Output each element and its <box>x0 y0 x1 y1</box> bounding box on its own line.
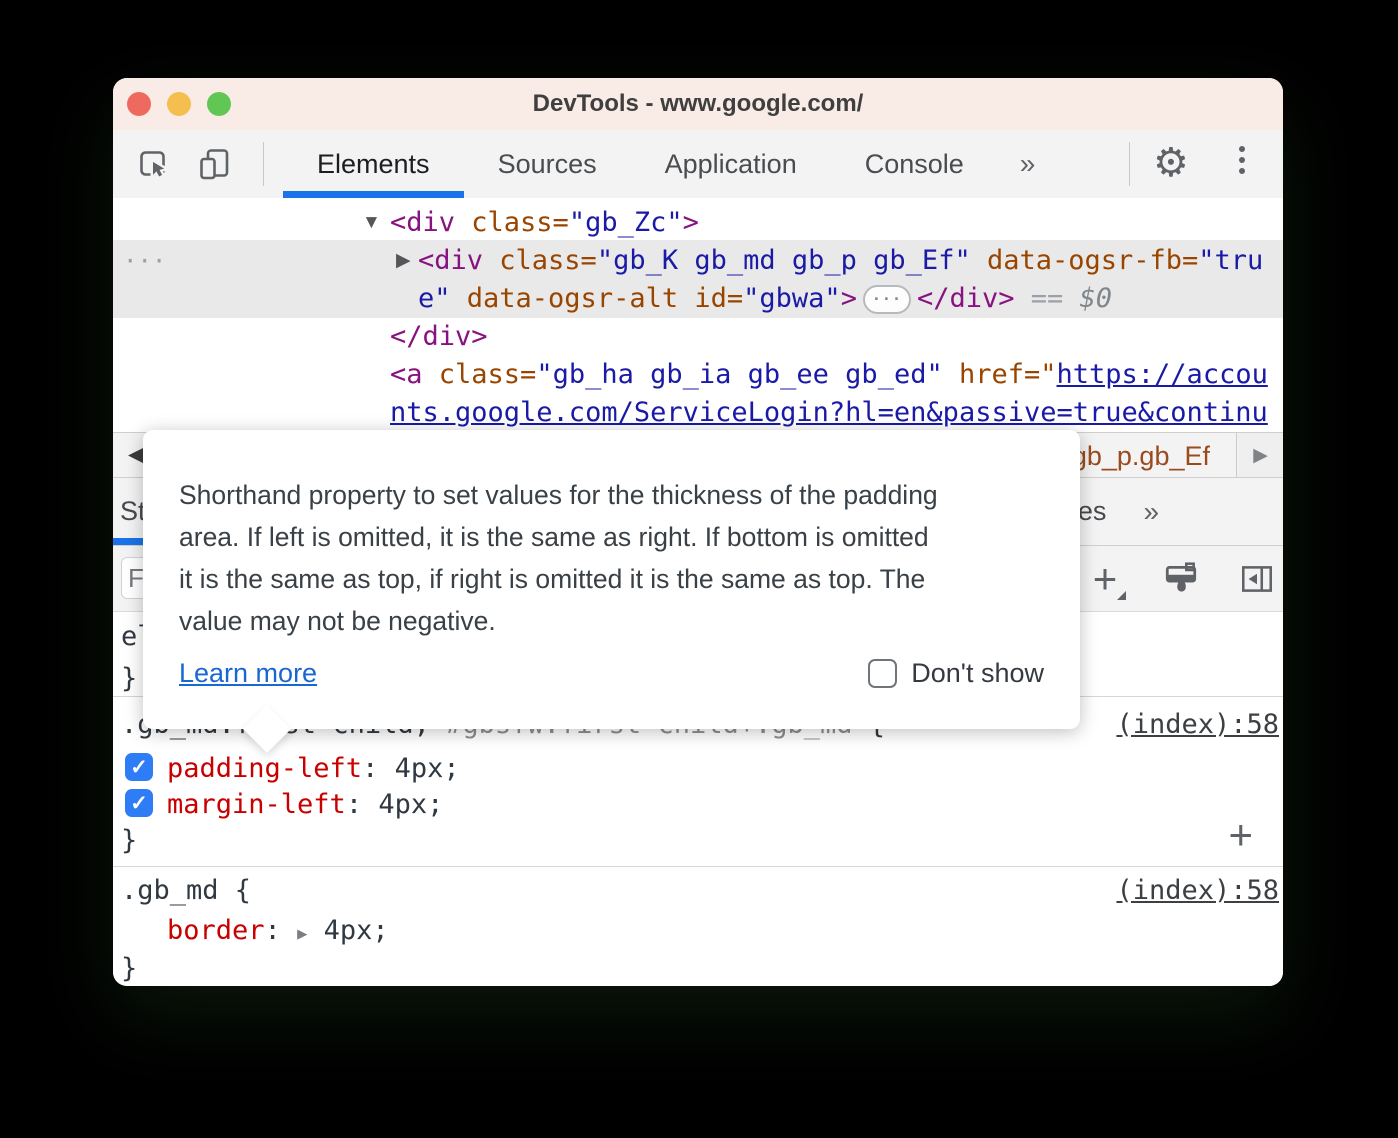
dont-show-label: Don't show <box>911 658 1044 689</box>
customize-menu-icon[interactable] <box>1239 146 1245 174</box>
breadcrumb-divider <box>1236 433 1237 477</box>
panel-layout-icon <box>1238 560 1276 598</box>
breadcrumb-forward-button[interactable]: ▶ <box>1238 433 1283 477</box>
padding-left-checkbox[interactable]: ✓ <box>125 753 153 781</box>
check-icon: ✓ <box>130 791 148 816</box>
tooltip-text-line: Shorthand property to set values for the… <box>179 474 1044 516</box>
learn-more-link[interactable]: Learn more <box>179 658 317 689</box>
rule1-source-link[interactable]: (index):58 <box>1116 706 1279 744</box>
inspect-cursor-icon <box>133 144 173 184</box>
window-title: DevTools - www.google.com/ <box>113 78 1283 130</box>
sidebar-more-tabs-button[interactable]: » <box>1143 478 1159 545</box>
tab-application[interactable]: Application <box>631 130 831 198</box>
tree-node-selected-line1[interactable]: <div class="gb_K gb_md gb_p gb_Ef" data-… <box>418 242 1263 280</box>
rule2-close-brace: } <box>121 950 137 986</box>
tooltip-footer: Learn more Don't show <box>179 658 1044 689</box>
tree-node-closing-div[interactable]: </div> <box>390 318 488 356</box>
collapse-arrow-icon[interactable]: ▼ <box>362 204 381 242</box>
paint-brush-icon <box>1162 560 1200 598</box>
dont-show-option: Don't show <box>868 658 1044 689</box>
tree-node-div-gbzc[interactable]: <div class="gb_Zc"> <box>390 204 699 242</box>
new-style-rule-button[interactable]: + <box>1085 559 1125 599</box>
collapsed-children-ellipsis[interactable]: ··· <box>863 285 911 314</box>
href-link-value[interactable]: https://accou <box>1057 359 1268 390</box>
property-margin-left[interactable]: margin-left: 4px; <box>167 786 443 824</box>
rule2-selector[interactable]: .gb_md { <box>121 872 251 910</box>
rule1-close-brace: } <box>121 822 137 860</box>
main-panel-tabs: Elements Sources Application Console » <box>283 130 1057 198</box>
tab-console[interactable]: Console <box>831 130 998 198</box>
tooltip-text-line: it is the same as top, if right is omitt… <box>179 558 1044 600</box>
titlebar: DevTools - www.google.com/ <box>113 78 1283 131</box>
property-documentation-tooltip: Shorthand property to set values for the… <box>143 430 1080 729</box>
tab-elements[interactable]: Elements <box>283 130 464 198</box>
expand-shorthand-icon[interactable]: ▶ <box>297 924 307 944</box>
plus-icon: + <box>1093 560 1118 598</box>
device-toolbar-icon <box>195 144 235 184</box>
toggle-device-toolbar-button[interactable] <box>195 144 235 184</box>
element-style-close-brace: } <box>121 660 137 698</box>
settings-gear-icon[interactable]: ⚙ <box>1153 141 1189 185</box>
breadcrumb-back-icon[interactable]: ◀ <box>128 442 144 467</box>
console-reference-badge: $0 <box>1080 283 1113 314</box>
tree-node-anchor-line1[interactable]: <a class="gb_ha gb_ia gb_ee gb_ed" href=… <box>390 356 1268 394</box>
dont-show-checkbox[interactable] <box>868 659 897 688</box>
inspect-element-button[interactable] <box>133 144 173 184</box>
expand-arrow-icon[interactable]: ▶ <box>396 242 411 280</box>
toggle-element-state-button[interactable] <box>1161 559 1201 599</box>
toolbar-divider <box>263 142 264 186</box>
check-icon: ✓ <box>130 755 148 780</box>
tab-sources[interactable]: Sources <box>464 130 631 198</box>
tree-node-selected-line2[interactable]: e" data-ogsr-alt id="gbwa">···</div> == … <box>418 280 1112 318</box>
insert-style-rule-button[interactable]: + <box>1228 816 1253 854</box>
screenshot-background: DevTools - www.google.com/ Elements <box>0 0 1398 1138</box>
more-tabs-button[interactable]: » <box>998 130 1058 198</box>
breadcrumb-forward-icon: ▶ <box>1253 444 1268 467</box>
tooltip-text-line: value may not be negative. <box>179 600 1044 642</box>
toolbar-divider-right <box>1129 142 1130 186</box>
main-toolbar: Elements Sources Application Console » ⚙ <box>113 130 1283 199</box>
margin-left-checkbox[interactable]: ✓ <box>125 789 153 817</box>
hidden-elements-marker[interactable]: ··· <box>123 242 166 280</box>
elements-tree-pane: ··· ▼ <div class="gb_Zc"> ▶ <div class="… <box>113 198 1283 432</box>
property-border[interactable]: border: ▶ 4px; <box>167 912 389 953</box>
rule2-source-link[interactable]: (index):58 <box>1116 872 1279 910</box>
property-padding-left[interactable]: padding-left: 4px; <box>167 750 460 788</box>
toggle-sidebar-panel-button[interactable] <box>1237 559 1277 599</box>
tree-node-anchor-line2[interactable]: nts.google.com/ServiceLogin?hl=en&passiv… <box>390 394 1268 432</box>
rule-divider <box>113 866 1283 867</box>
tooltip-text-line: area. If left is omitted, it is the same… <box>179 516 1044 558</box>
devtools-window: DevTools - www.google.com/ Elements <box>113 78 1283 986</box>
